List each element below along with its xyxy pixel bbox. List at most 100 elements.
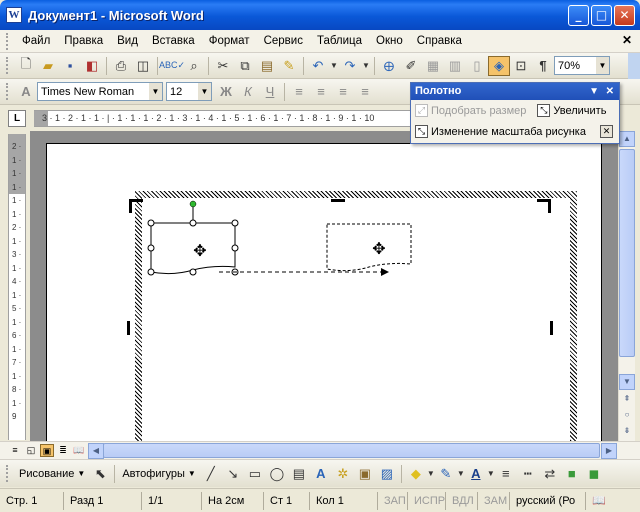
status-ext[interactable]: ВДЛ — [446, 491, 478, 510]
show-hide-icon[interactable]: ¶ — [532, 56, 554, 76]
outline-view-icon[interactable]: ≣ — [56, 444, 70, 457]
scroll-up-icon[interactable]: ▲ — [619, 131, 635, 147]
align-right-icon[interactable]: ≡ — [332, 82, 354, 102]
status-ovr[interactable]: ЗАМ — [478, 491, 510, 510]
line-icon[interactable]: ╱ — [200, 464, 222, 484]
menu-edit[interactable]: Правка — [57, 35, 110, 47]
drawing-icon[interactable]: ◈ — [488, 55, 510, 76]
dash-style-icon[interactable]: ┅ — [517, 464, 539, 484]
bold-button[interactable]: Ж — [215, 82, 237, 102]
underline-button[interactable]: Ч — [259, 82, 281, 102]
menu-table[interactable]: Таблица — [310, 35, 369, 47]
align-left-icon[interactable]: ≡ — [288, 82, 310, 102]
status-trk[interactable]: ИСПР — [408, 491, 446, 510]
new-document-icon[interactable]: 🗋 — [15, 56, 37, 76]
diagram-icon[interactable]: ✲ — [332, 464, 354, 484]
scroll-down-icon[interactable]: ▼ — [619, 374, 635, 390]
undo-dropdown-icon[interactable]: ▼ — [329, 56, 339, 76]
spelling-icon[interactable]: ABC✓ — [159, 56, 185, 76]
styles-icon[interactable]: A — [15, 82, 37, 102]
redo-dropdown-icon[interactable]: ▼ — [361, 56, 371, 76]
close-button[interactable]: ✕ — [614, 5, 635, 26]
menu-format[interactable]: Формат — [202, 35, 257, 47]
shadow-style-icon[interactable]: ■ — [561, 464, 583, 484]
scale-drawing-icon[interactable]: ⤡ — [415, 125, 428, 138]
print-icon[interactable]: ⎙ — [110, 56, 132, 76]
redo-icon[interactable]: ↷ — [339, 56, 361, 76]
text-box-icon[interactable]: ▤ — [288, 464, 310, 484]
toolbar-grip[interactable] — [6, 465, 9, 482]
save-icon[interactable]: ▪ — [59, 56, 81, 76]
status-language[interactable]: русский (Ро — [510, 491, 586, 510]
fit-icon[interactable]: ⤢ — [415, 104, 428, 117]
doc-close-icon[interactable]: ✕ — [622, 33, 632, 47]
open-folder-icon[interactable]: ▰ — [37, 56, 59, 76]
3d-style-icon[interactable]: ◼ — [583, 464, 605, 484]
vertical-ruler[interactable]: 2 · 1 · 1 · 1 · 1 · 1 · 2 · 1 · 3 · 1 · … — [8, 134, 26, 440]
vertical-scrollbar[interactable]: ▲ ▼ ⇞ ○ ⇟ — [618, 131, 635, 441]
panel-title-bar[interactable]: Полотно ▼ ✕ — [411, 83, 619, 100]
status-at[interactable]: На 2см — [202, 491, 264, 510]
font-name-combo[interactable]: Times New Roman ▼ — [37, 82, 163, 101]
status-column[interactable]: Кол 1 — [310, 491, 378, 510]
tab-selector[interactable]: L — [8, 110, 26, 127]
chevron-down-icon[interactable]: ▼ — [149, 83, 162, 100]
wordart-icon[interactable]: A — [310, 464, 332, 484]
spelling-status-icon[interactable]: 📖 — [586, 492, 612, 510]
status-section[interactable]: Разд 1 — [64, 491, 142, 510]
chevron-down-icon[interactable]: ▼ — [596, 57, 609, 74]
scale-drawing-button[interactable]: Изменение масштаба рисунка — [431, 126, 586, 138]
copy-icon[interactable]: ⧉ — [234, 56, 256, 76]
toolbar-grip[interactable] — [6, 57, 9, 74]
toolbar-grip[interactable] — [6, 83, 9, 100]
maximize-button[interactable]: □ — [591, 5, 612, 26]
text-wrapping-icon[interactable]: ✕ — [600, 125, 613, 138]
paste-icon[interactable]: ▤ — [256, 56, 278, 76]
horizontal-ruler[interactable]: 3 · 1 · 2 · 1 · 1 · | · 1 · 1 · 1 · 2 · … — [34, 110, 410, 127]
scroll-right-icon[interactable]: ▶ — [601, 443, 617, 459]
panel-close-icon[interactable]: ✕ — [606, 83, 614, 100]
menu-view[interactable]: Вид — [110, 35, 145, 47]
panel-options-icon[interactable]: ▼ — [589, 83, 599, 100]
chevron-down-icon[interactable]: ▼ — [427, 464, 435, 484]
autoshapes-button[interactable]: Автофигуры ▼ — [118, 468, 200, 480]
fit-button[interactable]: Подобрать размер — [431, 105, 526, 117]
enlarge-button[interactable]: Увеличить — [553, 105, 606, 117]
menu-help[interactable]: Справка — [410, 35, 469, 47]
italic-button[interactable]: К — [237, 82, 259, 102]
chevron-down-icon[interactable]: ▼ — [198, 83, 211, 100]
menu-grip[interactable] — [6, 32, 9, 50]
status-page[interactable]: Стр. 1 — [0, 491, 64, 510]
menu-window[interactable]: Окно — [369, 35, 410, 47]
document-map-icon[interactable]: ⊡ — [510, 56, 532, 76]
insert-table-icon[interactable]: ▦ — [422, 56, 444, 76]
menu-insert[interactable]: Вставка — [145, 35, 202, 47]
status-line[interactable]: Ст 1 — [264, 491, 310, 510]
print-preview-icon[interactable]: ◫ — [132, 56, 154, 76]
word-app-icon[interactable]: W — [6, 7, 22, 23]
line-style-icon[interactable]: ≡ — [495, 464, 517, 484]
horizontal-scroll-thumb[interactable] — [103, 443, 600, 458]
hyperlink-icon[interactable]: 🜨 — [378, 56, 400, 76]
web-view-icon[interactable]: ◱ — [24, 444, 38, 457]
columns-icon[interactable]: ▯ — [466, 56, 488, 76]
scroll-thumb[interactable] — [619, 149, 635, 357]
arrow-style-icon[interactable]: ⇄ — [539, 464, 561, 484]
document-page[interactable]: ✥ ✥ — [46, 143, 602, 441]
normal-view-icon[interactable]: ≡ — [8, 444, 22, 457]
rectangle-icon[interactable]: ▭ — [244, 464, 266, 484]
picture-icon[interactable]: ▨ — [376, 464, 398, 484]
chevron-down-icon[interactable]: ▼ — [487, 464, 495, 484]
fill-color-icon[interactable]: ◆ — [405, 464, 427, 484]
font-color-icon[interactable]: A — [465, 464, 487, 484]
scroll-left-icon[interactable]: ◀ — [88, 443, 104, 459]
justify-icon[interactable]: ≡ — [354, 82, 376, 102]
expand-icon[interactable]: ⤡ — [537, 104, 551, 117]
status-rec[interactable]: ЗАП — [378, 491, 408, 510]
print-layout-icon[interactable]: ▣ — [40, 444, 54, 457]
select-objects-icon[interactable]: ⬉ — [89, 464, 111, 484]
previous-page-icon[interactable]: ⇞ — [619, 392, 635, 408]
chevron-down-icon[interactable]: ▼ — [457, 464, 465, 484]
format-painter-icon[interactable]: ✎ — [278, 56, 300, 76]
arrow-icon[interactable]: ↘ — [222, 464, 244, 484]
